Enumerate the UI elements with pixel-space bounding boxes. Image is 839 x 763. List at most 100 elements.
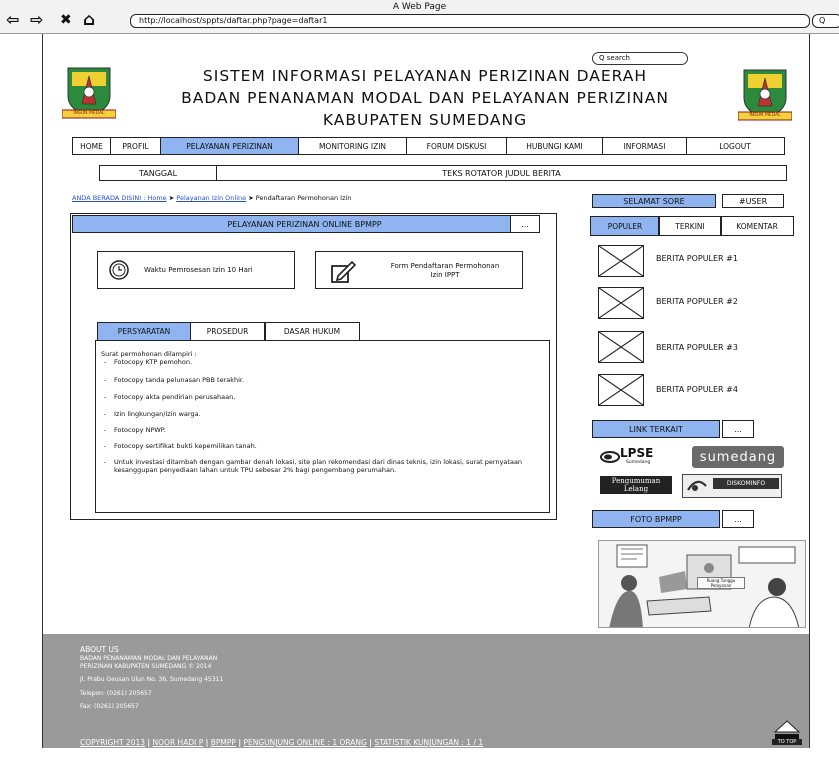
footer-author[interactable]: NOOR HADI P: [153, 738, 204, 747]
footer-org[interactable]: BPMPP: [211, 738, 236, 747]
edit-form-icon: [331, 260, 356, 283]
footer-copyright[interactable]: COPYRIGHT 2013: [80, 738, 145, 747]
main-panel-more-button[interactable]: ...: [510, 215, 540, 233]
footer-sep: |: [238, 738, 242, 747]
logo-ribbon-text: INSUN MEDAL: [749, 113, 781, 118]
news-thumbnail: [598, 287, 644, 319]
lpse-link[interactable]: LPSE Sumedang: [600, 446, 676, 468]
tab-populer[interactable]: POPULER: [590, 216, 660, 236]
list-item: - Fotocopy KTP pemohon.: [104, 358, 534, 366]
sumedang-link[interactable]: sumedang: [692, 446, 784, 468]
list-item: - Izin lingkungan/izin warga.: [104, 410, 534, 418]
requirement-text: Fotocopy NPWP.: [114, 426, 166, 434]
search-go-icon[interactable]: Q: [812, 14, 839, 28]
home-icon[interactable]: ⌂: [83, 12, 95, 29]
breadcrumb-home[interactable]: ANDA BERADA DISINI : Home: [72, 194, 167, 202]
ticker-date: TANGGAL: [100, 166, 217, 180]
requirement-text: Fotocopy sertifikat bukti kepemilikan ta…: [114, 442, 257, 450]
bullet-icon: -: [104, 410, 107, 418]
tab-komentar[interactable]: KOMENTAR: [720, 216, 794, 236]
ticker-text[interactable]: TEKS ROTATOR JUDUL BERITA: [217, 166, 786, 180]
news-thumbnail: [598, 331, 644, 363]
nav-logout[interactable]: LOGOUT: [687, 138, 783, 154]
card-form-line2: Izin IPPT: [430, 271, 460, 279]
arrow-up-icon: [773, 720, 801, 739]
footer-sep: |: [369, 738, 372, 747]
breadcrumb-current: Pendaftaran Permohonan Izin: [255, 194, 352, 202]
news-ticker: TANGGAL TEKS ROTATOR JUDUL BERITA: [99, 165, 787, 181]
back-icon[interactable]: ⇦: [6, 12, 19, 28]
news-item-3[interactable]: BERITA POPULER #3: [656, 343, 738, 352]
nav-monitoring-izin[interactable]: MONITORING IZIN: [299, 138, 407, 154]
news-item-2[interactable]: BERITA POPULER #2: [656, 297, 738, 306]
footer-links: COPYRIGHT 2013 | NOOR HADI P | BPMPP | P…: [80, 738, 483, 747]
footer-stats[interactable]: STATISTIK KUNJUNGAN : 1 / 1: [374, 738, 483, 747]
bullet-icon: -: [104, 426, 107, 434]
list-item: - Fotocopy akta pendirian perusahaan.: [104, 393, 534, 401]
site-title-line2: BADAN PENANAMAN MODAL DAN PELAYANAN PERI…: [181, 89, 669, 107]
bullet-icon: -: [104, 442, 107, 450]
footer-sep: |: [205, 738, 209, 747]
news-item-4[interactable]: BERITA POPULER #4: [656, 385, 738, 394]
tab-persyaratan[interactable]: PERSYARATAN: [97, 322, 191, 340]
news-thumbnail: [598, 245, 644, 277]
nav-hubungi-kami[interactable]: HUBUNGI KAMI: [507, 138, 603, 154]
requirement-text: Fotocopy akta pendirian perusahaan.: [114, 393, 236, 401]
breadcrumb-sep-icon: ➤: [168, 194, 175, 202]
lpse-text: LPSE: [620, 446, 654, 460]
tab-dasar-hukum[interactable]: DASAR HUKUM: [264, 322, 360, 340]
card-registration-form[interactable]: Form Pendaftaran Permohonan Izin IPPT: [315, 251, 523, 289]
news-thumbnail: [598, 374, 644, 406]
footer-org-line1: BADAN PENANAMAN MODAL DAN PELAYANAN: [80, 655, 218, 662]
nav-informasi[interactable]: INFORMASI: [603, 138, 687, 154]
nav-home[interactable]: HOME: [73, 138, 111, 154]
photo-sign: Ruang Tunggu Pelayanan: [697, 577, 745, 589]
footer-org-line2: PERIZINAN KABUPATEN SUMEDANG © 2014: [80, 663, 212, 670]
stop-icon[interactable]: ✖: [60, 12, 72, 28]
bullet-icon: -: [104, 358, 107, 366]
requirement-text: Izin lingkungan/izin warga.: [114, 410, 201, 418]
footer-online[interactable]: PENGUNJUNG ONLINE : 1 ORANG: [243, 738, 366, 747]
to-top-button[interactable]: TO TOP: [772, 718, 802, 748]
site-title-line1: SISTEM INFORMASI PELAYANAN PERIZINAN DAE…: [202, 67, 648, 85]
diskominfo-link[interactable]: DISKOMINFO: [682, 474, 782, 498]
diskominfo-logo-icon: [687, 480, 707, 491]
breadcrumb-pelayanan[interactable]: Pelayanan Izin Online: [176, 194, 246, 202]
requirement-text: Fotocopy KTP pemohon.: [114, 358, 193, 366]
requirement-text: Untuk investasi ditambah dengan gambar d…: [114, 458, 523, 474]
nav-profil[interactable]: PROFIL: [111, 138, 161, 154]
footer-fax: Fax: (0261) 205657: [80, 703, 139, 710]
logo-ribbon-text: INSUN MEDAL: [73, 111, 105, 116]
related-links-heading: LINK TERKAIT: [592, 420, 720, 438]
footer-about-title: ABOUT US: [80, 645, 119, 654]
requirements-tabs: PERSYARATAN PROSEDUR DASAR HUKUM: [97, 322, 360, 340]
footer: [43, 634, 809, 748]
nav-pelayanan-perizinan[interactable]: PELAYANAN PERIZINAN: [161, 138, 299, 154]
card-processing-time-text: Waktu Pemrosesan Izin 10 Hari: [144, 266, 253, 274]
requirement-text: Fotocopy tanda pelunasan PBB terakhir.: [114, 376, 245, 384]
news-item-1[interactable]: BERITA POPULER #1: [656, 254, 738, 263]
pengumuman-lelang-link[interactable]: Pengumuman Lelang: [600, 476, 672, 494]
greeting-label: SELAMAT SORE: [592, 194, 716, 208]
search-input[interactable]: Q search: [592, 52, 688, 65]
url-bar[interactable]: http://localhost/sppts/daftar.php?page=d…: [130, 14, 810, 28]
requirements-intro: Surat permohonan dilampiri :: [101, 350, 197, 358]
sumedang-logo-left: INSUN MEDAL: [61, 66, 117, 122]
user-label[interactable]: #USER: [722, 194, 784, 208]
main-panel-heading: PELAYANAN PERIZINAN ONLINE BPMPP: [72, 215, 537, 233]
footer-phone: Telepon: (0261) 205657: [80, 690, 152, 697]
forward-icon[interactable]: ⇨: [30, 12, 43, 28]
card-registration-form-text: Form Pendaftaran Permohonan Izin IPPT: [372, 262, 518, 280]
bullet-icon: -: [104, 393, 107, 401]
bullet-icon: -: [104, 458, 107, 466]
office-photo[interactable]: Ruang Tunggu Pelayanan: [598, 540, 806, 628]
nav-forum-diskusi[interactable]: FORUM DISKUSI: [407, 138, 507, 154]
photo-more-button[interactable]: ...: [722, 510, 754, 528]
tab-prosedur[interactable]: PROSEDUR: [189, 322, 266, 340]
lpse-logo-icon: [600, 451, 620, 463]
lpse-subtext: Sumedang: [626, 460, 651, 465]
breadcrumb-sep-icon: ➤: [248, 194, 254, 202]
main-nav: HOME PROFIL PELAYANAN PERIZINAN MONITORI…: [72, 137, 785, 155]
tab-terkini[interactable]: TERKINI: [658, 216, 722, 236]
related-links-more-button[interactable]: ...: [722, 420, 754, 438]
